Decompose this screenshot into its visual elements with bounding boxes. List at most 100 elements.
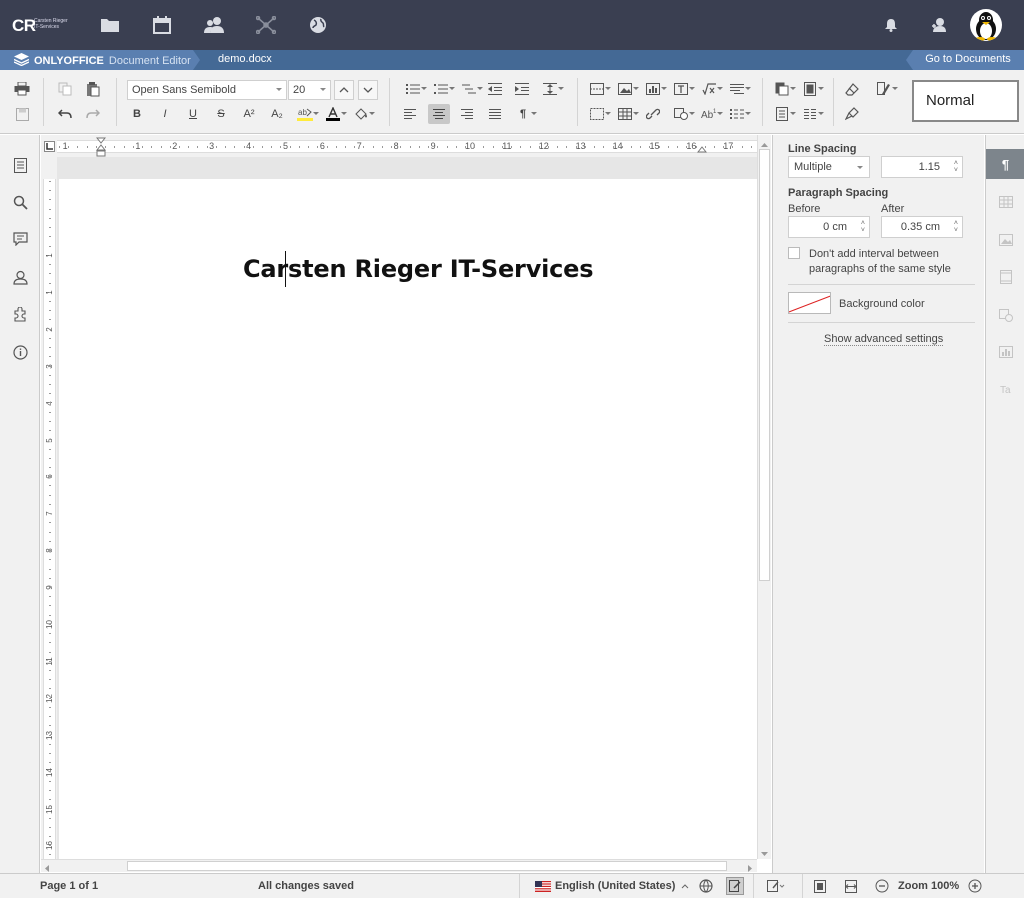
spacing-before-input[interactable]: 0 cm ˄ ˅ xyxy=(788,216,870,238)
no-interval-checkbox[interactable] xyxy=(788,247,800,259)
chevron-up-icon[interactable] xyxy=(676,877,694,895)
copy-icon[interactable] xyxy=(54,79,76,99)
people-icon[interactable] xyxy=(203,14,225,36)
company-logo[interactable]: CR Carsten Rieger IT-Services xyxy=(12,12,76,38)
print-icon[interactable] xyxy=(11,79,33,99)
insert-equation-icon[interactable] xyxy=(698,79,723,99)
superscript-button[interactable]: A² xyxy=(238,104,260,124)
document-canvas[interactable]: Carsten Rieger IT-Services xyxy=(57,157,757,859)
background-color-picker[interactable] xyxy=(788,292,831,314)
page-size-icon[interactable] xyxy=(771,104,796,124)
italic-button[interactable]: I xyxy=(154,104,176,124)
align-right-icon[interactable] xyxy=(456,104,478,124)
about-info-icon[interactable] xyxy=(10,342,30,362)
page-orientation-icon[interactable] xyxy=(771,79,796,99)
shape-settings-icon[interactable] xyxy=(986,300,1024,330)
align-justify-icon[interactable] xyxy=(484,104,506,124)
line-spacing-mode-select[interactable]: Multiple xyxy=(788,156,870,178)
table-settings-icon[interactable] xyxy=(986,187,1024,217)
paragraph-settings-icon[interactable]: ¶ xyxy=(986,149,1024,179)
numbered-list-icon[interactable] xyxy=(430,79,455,99)
user-icon[interactable] xyxy=(928,14,950,36)
zoom-in-icon[interactable] xyxy=(966,877,984,895)
font-name-select[interactable]: Open Sans Semibold xyxy=(127,80,287,100)
clear-style-icon[interactable] xyxy=(841,79,863,99)
right-indent-marker-icon[interactable] xyxy=(696,144,708,156)
fit-width-icon[interactable] xyxy=(842,877,860,895)
text-art-settings-icon[interactable]: Ta xyxy=(986,375,1024,405)
vertical-ruler[interactable]: 112345678910111213141516 xyxy=(41,157,57,859)
insert-chart-icon[interactable] xyxy=(642,79,667,99)
zoom-out-icon[interactable] xyxy=(873,877,891,895)
highlight-color-icon[interactable]: ab xyxy=(294,104,319,124)
page-info[interactable]: Page 1 of 1 xyxy=(40,880,98,892)
insert-text-art-icon[interactable]: Ab 1 xyxy=(698,104,723,124)
insert-footnote-icon[interactable] xyxy=(726,79,751,99)
go-to-documents-button[interactable]: Go to Documents xyxy=(906,50,1024,70)
insert-table-icon[interactable] xyxy=(614,104,639,124)
document-language[interactable]: English (United States) xyxy=(555,880,675,892)
spellcheck-language-icon[interactable] xyxy=(697,877,715,895)
nonprinting-characters-icon[interactable]: ¶ xyxy=(512,104,537,124)
save-icon[interactable] xyxy=(11,104,33,124)
scroll-down-icon[interactable] xyxy=(761,848,768,860)
subscript-button[interactable]: A₂ xyxy=(266,104,288,124)
chart-settings-icon[interactable] xyxy=(986,337,1024,367)
increase-indent-icon[interactable] xyxy=(511,79,533,99)
insert-textbox-icon[interactable] xyxy=(670,79,695,99)
paragraph-style-preview[interactable]: Normal xyxy=(912,80,1019,122)
header-footer-icon[interactable] xyxy=(586,104,611,124)
vertical-scroll-thumb[interactable] xyxy=(759,149,770,581)
line-spacing-value-input[interactable]: 1.15 ˄ ˅ xyxy=(881,156,963,178)
hyperlink-icon[interactable] xyxy=(642,104,664,124)
plugins-icon[interactable] xyxy=(10,304,30,324)
underline-button[interactable]: U xyxy=(182,104,204,124)
tab-stop-type-icon[interactable] xyxy=(44,141,55,152)
bold-button[interactable]: B xyxy=(126,104,148,124)
spacing-after-input[interactable]: 0.35 cm ˄ ˅ xyxy=(881,216,963,238)
page-break-icon[interactable] xyxy=(586,79,611,99)
paragraph-shading-icon[interactable] xyxy=(350,104,375,124)
spellcheck-toggle-icon[interactable] xyxy=(726,877,744,895)
redo-icon[interactable] xyxy=(82,104,104,124)
horizontal-scroll-thumb[interactable] xyxy=(127,861,727,871)
bullet-list-icon[interactable] xyxy=(402,79,427,99)
network-icon[interactable] xyxy=(255,14,277,36)
document-page[interactable]: Carsten Rieger IT-Services xyxy=(59,179,757,859)
style-set-icon[interactable] xyxy=(873,79,898,99)
insert-shape-icon[interactable] xyxy=(670,104,695,124)
increase-font-size-button[interactable] xyxy=(334,80,354,100)
header-footer-settings-icon[interactable] xyxy=(986,262,1024,292)
review-mode-icon[interactable] xyxy=(767,877,785,895)
search-icon[interactable] xyxy=(10,192,30,212)
decrease-font-size-button[interactable] xyxy=(358,80,378,100)
avatar[interactable] xyxy=(970,9,1002,41)
comments-icon[interactable] xyxy=(10,229,30,249)
undo-icon[interactable] xyxy=(54,104,76,124)
chat-user-icon[interactable] xyxy=(10,267,30,287)
columns-icon[interactable] xyxy=(726,104,751,124)
image-settings-icon[interactable] xyxy=(986,225,1024,255)
horizontal-scrollbar[interactable] xyxy=(41,859,757,872)
multilevel-list-icon[interactable] xyxy=(458,79,483,99)
strikethrough-button[interactable]: S xyxy=(210,104,232,124)
font-size-select[interactable]: 20 xyxy=(288,80,331,100)
font-color-icon[interactable] xyxy=(322,104,347,124)
calendar-icon[interactable] xyxy=(151,14,173,36)
horizontal-ruler[interactable]: 1 1 2 3 4 5 6 7 8 9 10 11 12 13 14 15 16 17 xyxy=(41,135,757,157)
show-advanced-settings-link[interactable]: Show advanced settings xyxy=(824,333,944,346)
copy-style-icon[interactable] xyxy=(841,104,863,124)
document-heading[interactable]: Carsten Rieger IT-Services xyxy=(243,255,594,283)
fit-page-icon[interactable] xyxy=(811,877,829,895)
vertical-scrollbar[interactable] xyxy=(757,135,771,859)
decrease-indent-icon[interactable] xyxy=(484,79,506,99)
insert-image-icon[interactable] xyxy=(614,79,639,99)
page-margins-icon[interactable] xyxy=(799,79,824,99)
folder-icon[interactable] xyxy=(99,14,121,36)
bell-icon[interactable] xyxy=(880,14,902,36)
align-center-icon[interactable] xyxy=(428,104,450,124)
globe-icon[interactable] xyxy=(307,14,329,36)
file-menu-icon[interactable] xyxy=(10,155,30,175)
align-left-icon[interactable] xyxy=(399,104,421,124)
paste-icon[interactable] xyxy=(82,79,104,99)
